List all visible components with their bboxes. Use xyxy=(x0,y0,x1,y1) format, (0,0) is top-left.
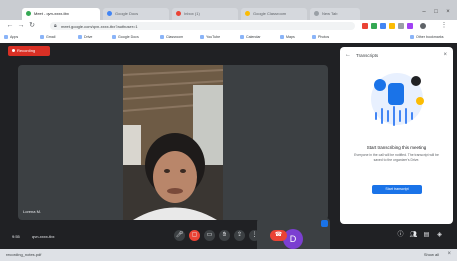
transcripts-panel: ← Transcripts × Start transcribing this … xyxy=(340,47,453,224)
newtab-favicon-icon xyxy=(314,11,319,16)
meet-call: Recording Lorena M. D ← Transcripts × St… xyxy=(0,43,457,260)
url-text: meet.google.com/qvn-xxxx-tbx?authuser=1 xyxy=(61,24,138,29)
meeting-time: 9:55 xyxy=(12,234,20,239)
bookmark-item[interactable]: Calendar xyxy=(240,35,261,39)
extension-icon[interactable] xyxy=(407,23,413,29)
browser-toolbar: ← → ↻ 🔒︎ meet.google.com/qvn-xxxx-tbx?au… xyxy=(0,20,457,32)
extension-icon[interactable] xyxy=(362,23,368,29)
tab-meet[interactable]: Meet - qvn-xxxx-tbx xyxy=(22,8,100,20)
captions-icon[interactable]: ▭ xyxy=(204,230,215,241)
panel-heading: Start transcribing this meeting xyxy=(366,145,427,150)
bookmark-item[interactable]: Photos xyxy=(312,35,329,39)
bookmark-item[interactable]: Google Docs xyxy=(112,35,139,39)
tab-new[interactable]: New Tab xyxy=(310,8,360,20)
tab-docs[interactable]: Google Docs xyxy=(103,8,169,20)
classroom-favicon-icon xyxy=(245,11,250,16)
recording-badge: Recording xyxy=(8,46,50,56)
chat-icon[interactable]: ▤ xyxy=(422,231,431,240)
close-window-icon[interactable]: × xyxy=(444,8,452,16)
transcript-illustration xyxy=(371,73,424,126)
tab-strip: Meet - qvn-xxxx-tbx Google Docs Inbox (1… xyxy=(0,0,457,20)
activities-icon[interactable]: ◈ xyxy=(435,231,444,240)
download-bar: recording_notes.pdf Show all × xyxy=(0,249,457,261)
bookmark-item[interactable]: Other bookmarks xyxy=(410,35,444,39)
show-all-button[interactable]: Show all xyxy=(424,252,439,257)
close-icon[interactable]: × xyxy=(447,251,451,257)
info-icon[interactable]: ⓘ xyxy=(396,231,405,240)
close-icon[interactable]: × xyxy=(443,52,447,58)
back-arrow-icon[interactable]: ← xyxy=(6,22,14,30)
back-arrow-icon[interactable]: ← xyxy=(345,52,351,58)
extension-icon[interactable] xyxy=(389,23,395,29)
menu-kebab-icon[interactable]: ⋮ xyxy=(440,22,448,30)
record-dot-icon xyxy=(12,49,15,52)
docs-favicon-icon xyxy=(107,11,112,16)
address-bar[interactable]: 🔒︎ meet.google.com/qvn-xxxx-tbx?authuser… xyxy=(50,22,355,30)
camera-off-icon[interactable]: ▢ xyxy=(189,230,200,241)
panel-title: Transcripts xyxy=(356,53,379,58)
participant-video-image xyxy=(123,65,223,220)
raise-hand-icon[interactable]: ✋︎ xyxy=(219,230,230,241)
minimize-icon[interactable]: – xyxy=(420,8,428,16)
call-controls-bar: 9:55 qvn-xxxx-tbx 🎤︎ ▢ ▭ ✋︎ ⇪ ⋮ ☎︎ ⓘ 👥︎ … xyxy=(0,227,457,249)
bookmark-item[interactable]: Maps xyxy=(280,35,295,39)
meet-favicon-icon xyxy=(26,11,31,16)
download-item[interactable]: recording_notes.pdf xyxy=(6,252,41,257)
bookmark-item[interactable]: Drive xyxy=(78,35,92,39)
bookmark-item[interactable]: Gmail xyxy=(40,35,55,39)
bookmark-item[interactable]: YouTube xyxy=(200,35,220,39)
extension-icon[interactable] xyxy=(398,23,404,29)
meeting-code: qvn-xxxx-tbx xyxy=(32,234,55,239)
microphone-icon[interactable]: 🎤︎ xyxy=(174,230,185,241)
lock-icon: 🔒︎ xyxy=(54,23,57,29)
tab-classroom[interactable]: Google Classroom xyxy=(241,8,307,20)
end-call-button[interactable]: ☎︎ xyxy=(270,230,287,241)
extension-icon[interactable] xyxy=(371,23,377,29)
tab-gmail[interactable]: Inbox (1) xyxy=(172,8,238,20)
bookmark-item[interactable]: Classroom xyxy=(160,35,183,39)
extension-icon[interactable] xyxy=(380,23,386,29)
browser-chrome: Meet - qvn-xxxx-tbx Google Docs Inbox (1… xyxy=(0,0,457,44)
more-options-icon[interactable]: ⋮ xyxy=(249,230,260,241)
bookmark-item[interactable]: Apps xyxy=(4,35,18,39)
start-transcript-button[interactable]: Start transcript xyxy=(372,185,422,194)
main-video-stage: Lorena M. xyxy=(18,65,328,220)
people-icon[interactable]: 👥︎ xyxy=(409,231,418,240)
pin-icon[interactable] xyxy=(321,220,328,227)
reload-icon[interactable]: ↻ xyxy=(28,22,36,30)
panel-description: Everyone in the call will be notified. T… xyxy=(354,153,439,162)
maximize-icon[interactable]: □ xyxy=(432,8,440,16)
participant-video[interactable] xyxy=(123,65,223,220)
participant-name-label: Lorena M. xyxy=(23,209,42,214)
gmail-favicon-icon xyxy=(176,11,181,16)
profile-avatar[interactable] xyxy=(420,23,426,29)
forward-arrow-icon[interactable]: → xyxy=(17,22,25,30)
present-screen-icon[interactable]: ⇪ xyxy=(234,230,245,241)
